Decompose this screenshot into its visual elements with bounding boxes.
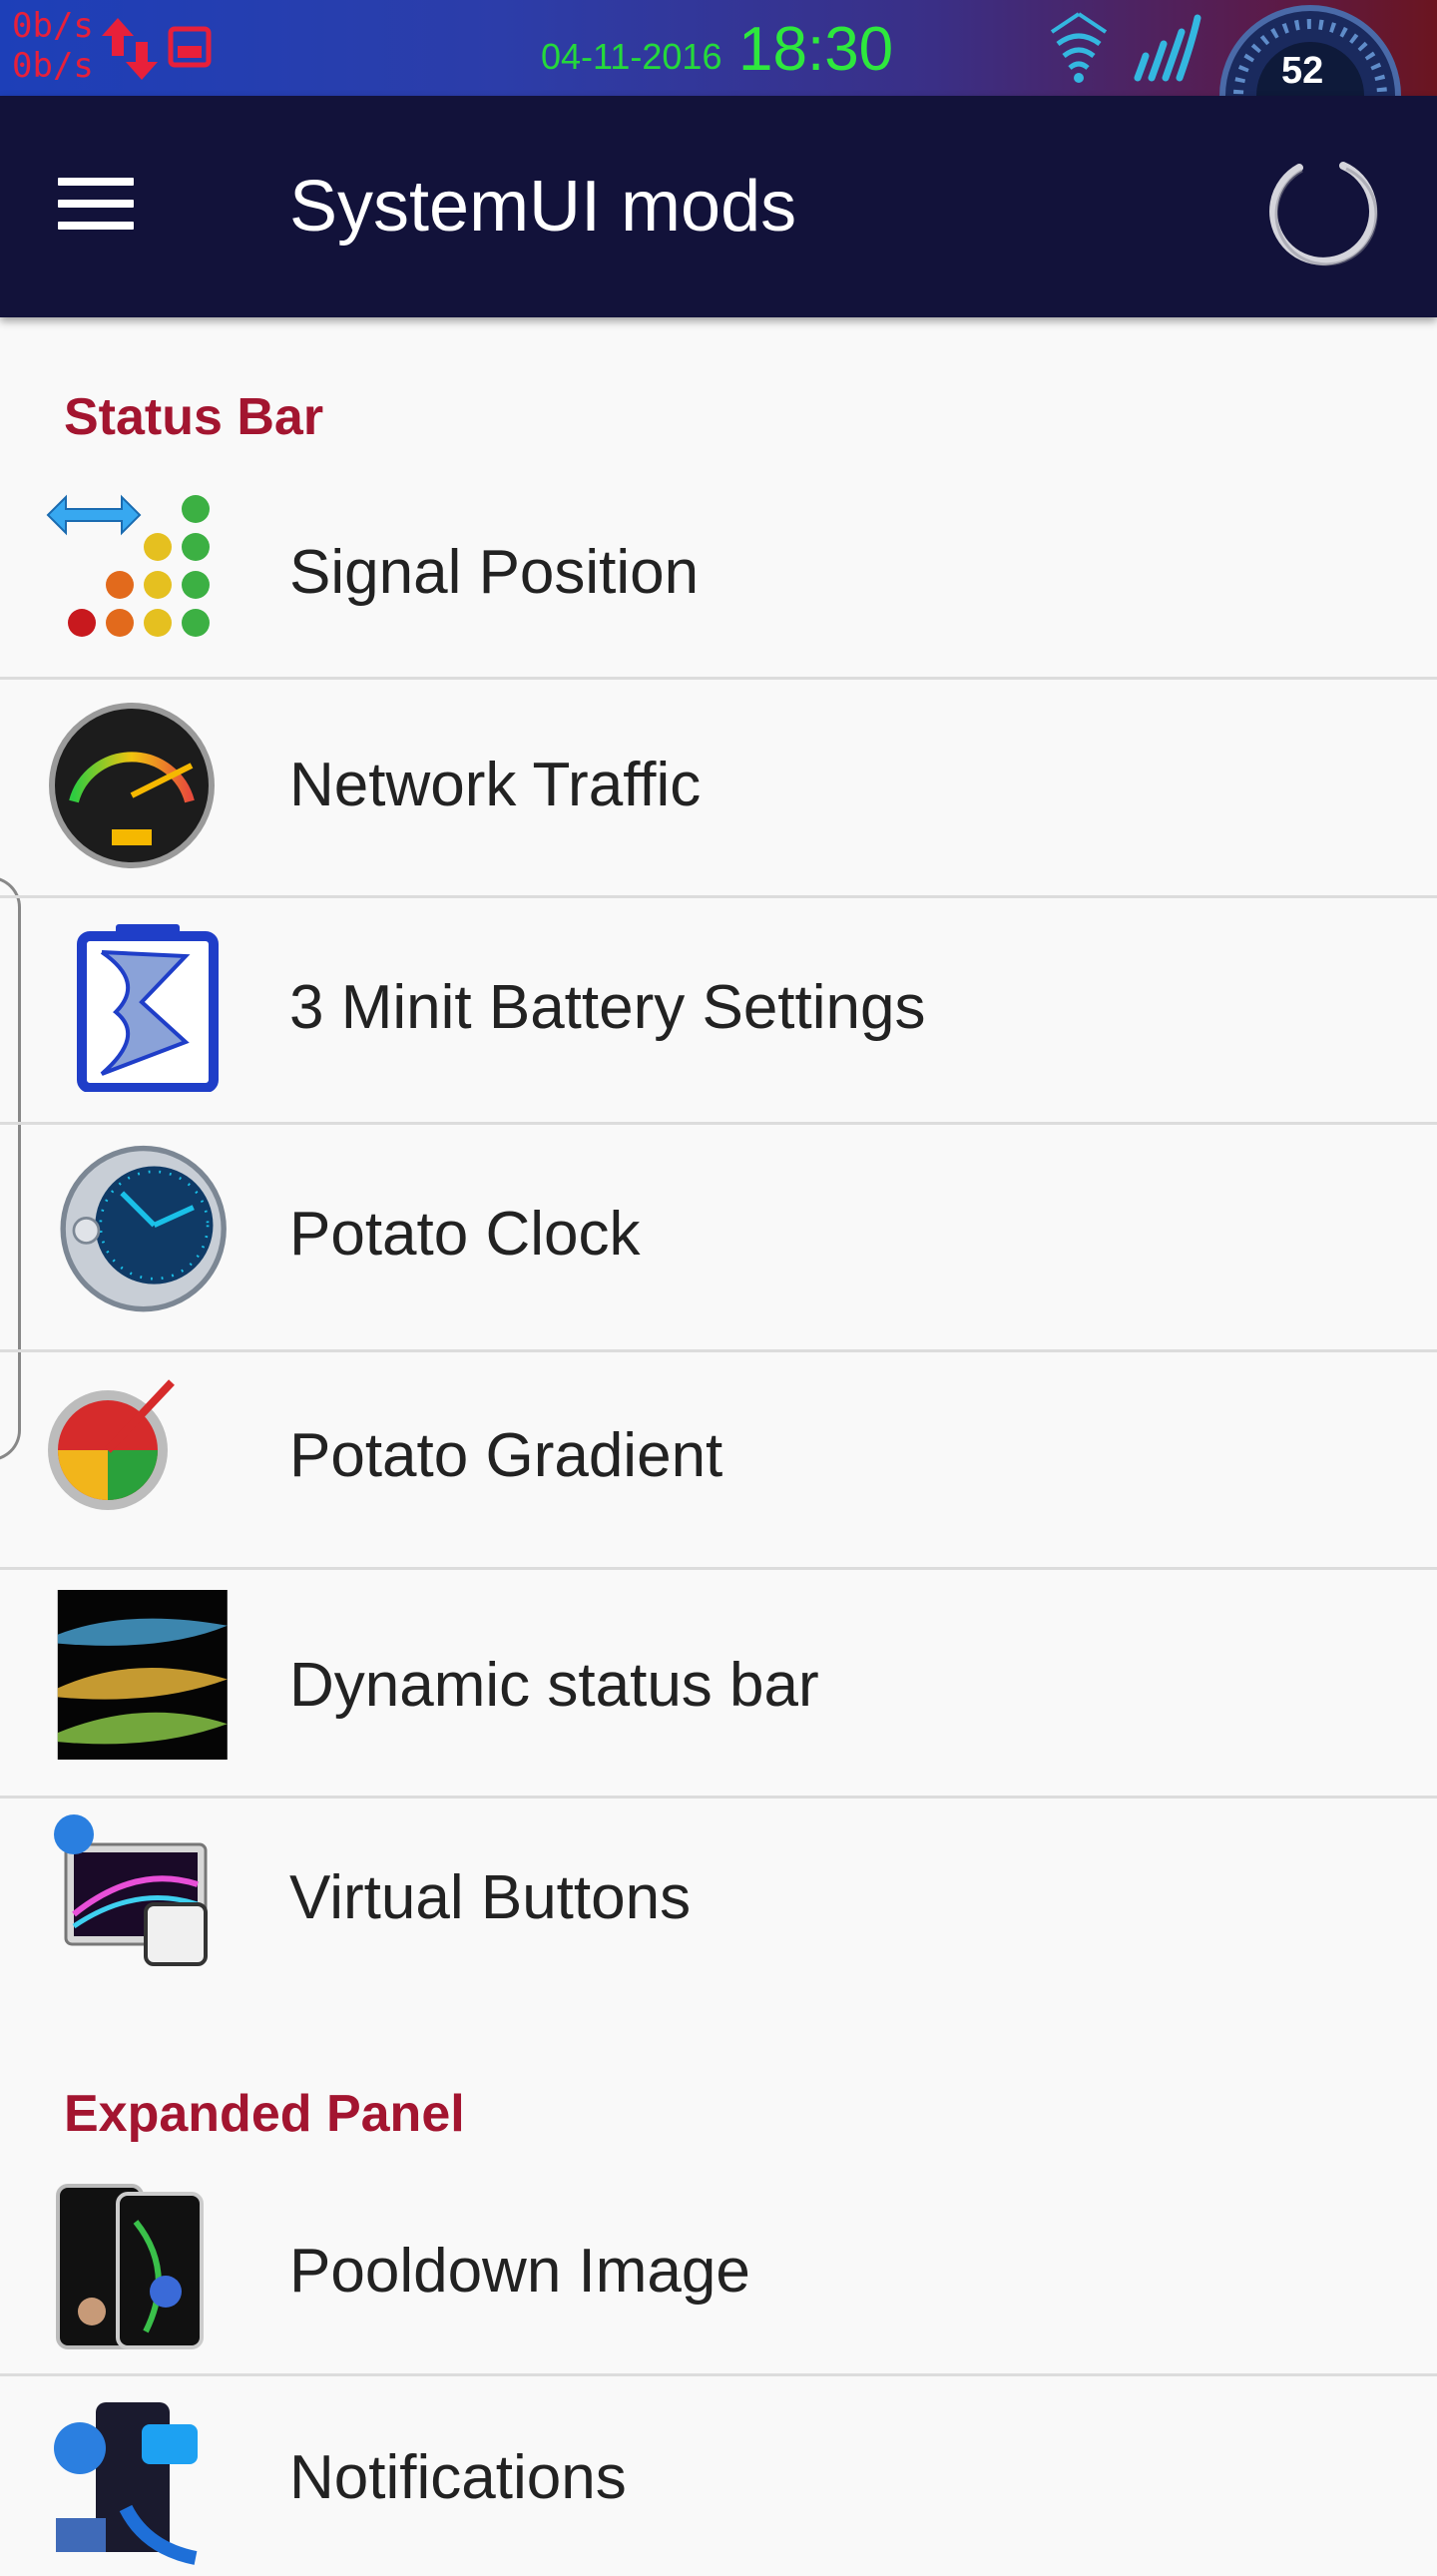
network-traffic-icon [49, 703, 215, 868]
list-item-battery-settings[interactable]: 3 Minit Battery Settings [0, 898, 1437, 1122]
network-traffic-arrows-icon [102, 18, 158, 80]
list-item-label: Virtual Buttons [289, 1863, 692, 1932]
list-item-potato-gradient[interactable]: Potato Gradient [0, 1352, 1437, 1567]
list-item-label: Potato Clock [289, 1200, 641, 1269]
signal-position-icon [46, 494, 210, 637]
gradient-icon [48, 1379, 175, 1510]
signal-icon [1134, 14, 1201, 82]
refresh-icon[interactable] [1259, 146, 1383, 269]
dynamic-status-bar-icon [57, 1590, 228, 1760]
clock-icon [60, 1145, 227, 1312]
status-clock: 18:30 [738, 15, 894, 84]
list-item-network-traffic[interactable]: Network Traffic [0, 680, 1437, 895]
net-up-speed: 0b/s [12, 6, 94, 46]
list-item-label: Pooldown Image [289, 2237, 750, 2306]
list-item-label: Notifications [289, 2443, 627, 2512]
list-item-label: Dynamic status bar [289, 1651, 819, 1720]
wifi-icon [1050, 12, 1108, 83]
status-date: 04-11-2016 [541, 36, 722, 77]
screenshot-icon [168, 26, 212, 68]
battery-settings-icon [77, 924, 219, 1092]
battery-level: 52 [1281, 50, 1324, 92]
network-speed: 0b/s 0b/s [12, 6, 94, 86]
net-down-speed: 0b/s [12, 46, 94, 86]
list-item-notifications[interactable]: Notifications [0, 2376, 1437, 2576]
page-title: SystemUI mods [289, 167, 797, 247]
status-bar: 0b/s 0b/s 04-11-2016 18:30 52 [0, 0, 1437, 96]
list-item-pooldown-image[interactable]: Pooldown Image [0, 2174, 1437, 2373]
notifications-icon [54, 2402, 198, 2565]
virtual-buttons-icon [54, 1814, 208, 1966]
list-item-potato-clock[interactable]: Potato Clock [0, 1125, 1437, 1349]
list-item-label: Potato Gradient [289, 1421, 723, 1490]
hamburger-menu-icon[interactable] [42, 166, 152, 246]
list-item-virtual-buttons[interactable]: Virtual Buttons [0, 1799, 1437, 2008]
phone-image-icon [56, 2184, 204, 2349]
list-item-dynamic-status-bar[interactable]: Dynamic status bar [0, 1570, 1437, 1796]
list-item-label: Signal Position [289, 538, 700, 607]
app-bar: SystemUI mods [0, 96, 1437, 317]
list-item-label: Network Traffic [289, 751, 702, 819]
section-header-expanded-panel: Expanded Panel [64, 2085, 465, 2143]
list-item-label: 3 Minit Battery Settings [289, 973, 926, 1042]
section-header-status-bar: Status Bar [64, 388, 324, 446]
list-item-signal-position[interactable]: Signal Position [0, 477, 1437, 677]
